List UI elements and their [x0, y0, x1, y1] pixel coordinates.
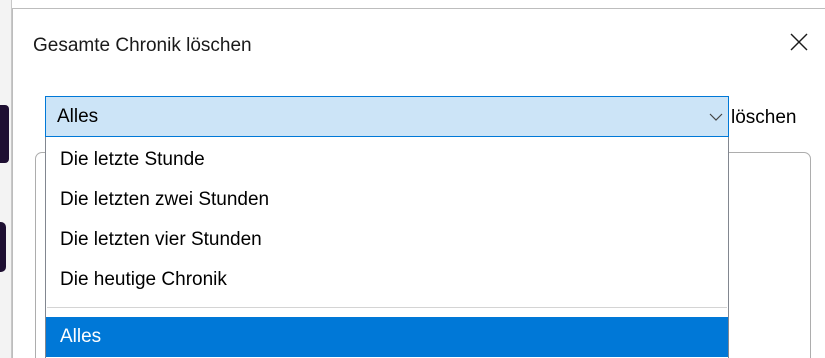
- close-icon: [790, 33, 808, 51]
- option-last-four-hours[interactable]: Die letzten vier Stunden: [46, 223, 728, 257]
- delete-label: löschen: [731, 107, 797, 128]
- background-app-window: [0, 0, 12, 358]
- close-button[interactable]: [777, 22, 821, 62]
- option-everything[interactable]: Alles: [46, 317, 728, 357]
- time-range-dropdown-list: Die letzte Stunde Die letzten zwei Stund…: [45, 137, 729, 358]
- dialog-title: Gesamte Chronik löschen: [33, 35, 252, 56]
- dropdown-separator: [47, 307, 727, 308]
- option-last-two-hours[interactable]: Die letzten zwei Stunden: [46, 183, 728, 217]
- time-range-selected-value: Alles: [57, 106, 99, 127]
- chevron-down-icon[interactable]: [704, 97, 728, 136]
- clear-history-dialog: Gesamte Chronik löschen Alles löschen Di…: [12, 8, 825, 358]
- time-range-select[interactable]: Alles: [45, 96, 729, 137]
- background-app-graphic: [0, 222, 6, 272]
- option-last-hour[interactable]: Die letzte Stunde: [46, 143, 728, 177]
- option-today[interactable]: Die heutige Chronik: [46, 263, 728, 297]
- background-app-graphic: [0, 105, 9, 163]
- screen: Gesamte Chronik löschen Alles löschen Di…: [0, 0, 825, 358]
